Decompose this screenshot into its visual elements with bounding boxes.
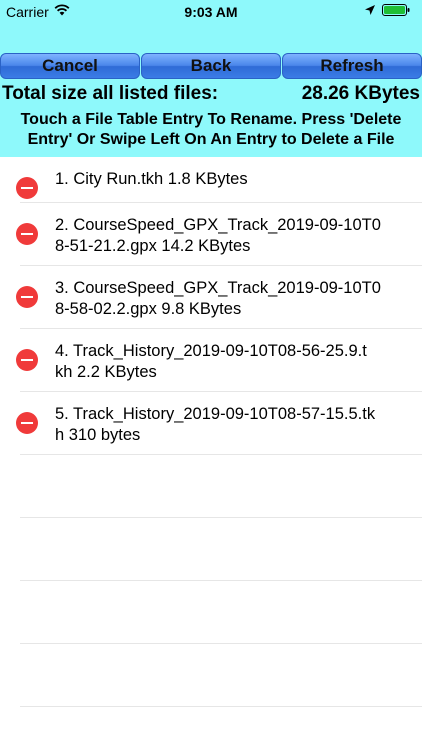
cancel-button[interactable]: Cancel (0, 53, 140, 79)
clock: 9:03 AM (184, 4, 238, 20)
file-entry-text: 5. Track_History_2019-09-10T08-57-15.5.t… (55, 405, 376, 444)
row-divider (20, 454, 422, 455)
file-list: 1. City Run.tkh 1.8 KBytes 2. CourseSpee… (0, 157, 422, 750)
status-bar: Carrier 9:03 AM (0, 0, 422, 22)
refresh-button[interactable]: Refresh (282, 53, 422, 79)
row-divider (20, 706, 422, 707)
delete-icon[interactable] (16, 223, 38, 245)
file-row-2[interactable]: 2. CourseSpeed_GPX_Track_2019-09-10T0 8-… (0, 203, 422, 266)
location-arrow-icon (365, 5, 375, 15)
total-size-label: Total size all listed files: (2, 83, 219, 104)
header-panel: Carrier 9:03 AM Cancel Back Refresh Tota… (0, 0, 422, 157)
total-size-row: Total size all listed files: 28.26 KByte… (2, 83, 420, 107)
file-row-4[interactable]: 4. Track_History_2019-09-10T08-56-25.9.t… (0, 329, 422, 392)
back-button[interactable]: Back (141, 53, 281, 79)
delete-icon[interactable] (16, 177, 38, 199)
file-row-5[interactable]: 5. Track_History_2019-09-10T08-57-15.5.t… (0, 392, 422, 455)
file-row-3[interactable]: 3. CourseSpeed_GPX_Track_2019-09-10T0 8-… (0, 266, 422, 329)
instructions-text: Touch a File Table Entry To Rename. Pres… (20, 111, 402, 148)
file-entry-text: 3. CourseSpeed_GPX_Track_2019-09-10T0 8-… (55, 279, 381, 318)
delete-icon[interactable] (16, 286, 38, 308)
file-entry-text: 2. CourseSpeed_GPX_Track_2019-09-10T0 8-… (55, 216, 381, 255)
battery-icon (382, 4, 410, 16)
row-divider (20, 517, 422, 518)
total-size-value: 28.26 KBytes (301, 83, 420, 104)
file-entry-text: 4. Track_History_2019-09-10T08-56-25.9.t… (55, 342, 367, 381)
row-divider (20, 580, 422, 581)
file-entry-text: 1. City Run.tkh 1.8 KBytes (55, 170, 248, 188)
row-divider (20, 643, 422, 644)
delete-icon[interactable] (16, 349, 38, 371)
delete-icon[interactable] (16, 412, 38, 434)
toolbar: Cancel Back Refresh (0, 53, 422, 80)
